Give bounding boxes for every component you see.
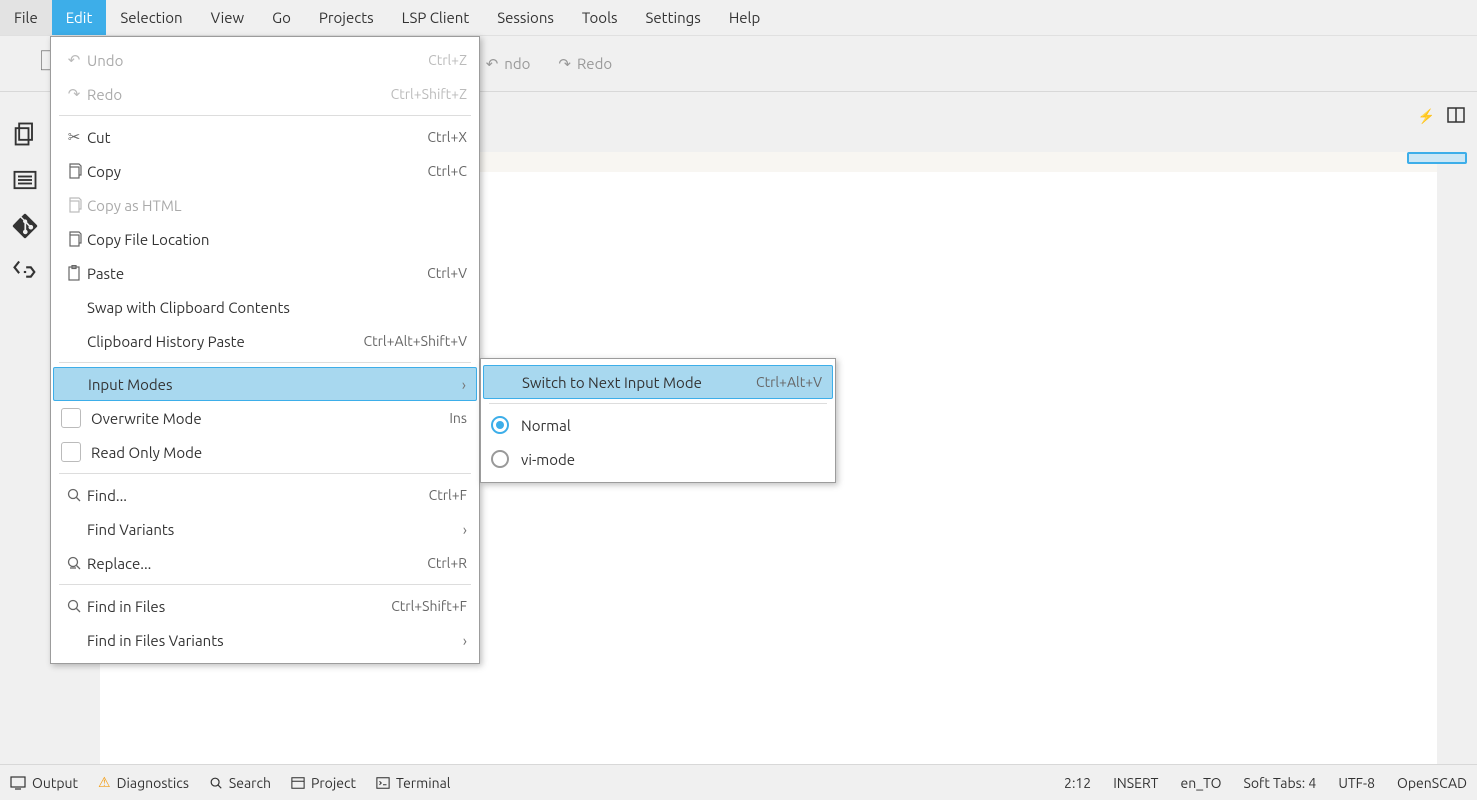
- menuitem-copy[interactable]: Copy Ctrl+C: [51, 154, 479, 188]
- chevron-right-icon: ›: [448, 376, 466, 393]
- menubar: File Edit Selection View Go Projects LSP…: [0, 0, 1477, 36]
- menu-file[interactable]: File: [0, 0, 52, 35]
- input-modes-submenu: Switch to Next Input Mode Ctrl+Alt+V Nor…: [480, 358, 836, 483]
- status-output[interactable]: Output: [10, 775, 78, 791]
- list-icon[interactable]: [11, 166, 39, 194]
- menu-tools[interactable]: Tools: [568, 0, 632, 35]
- redo-icon: ↷: [558, 55, 571, 73]
- menu-help[interactable]: Help: [715, 0, 774, 35]
- undo-button[interactable]: ↶ ndo: [480, 51, 537, 77]
- menuitem-undo[interactable]: ↶ Undo Ctrl+Z: [51, 43, 479, 77]
- separator: [59, 362, 471, 363]
- sidebar: [0, 92, 50, 286]
- undo-label: ndo: [504, 55, 530, 72]
- menu-go[interactable]: Go: [258, 0, 305, 35]
- cut-icon: ✂: [61, 128, 87, 146]
- menu-view[interactable]: View: [197, 0, 259, 35]
- replace-icon: [61, 555, 87, 571]
- menuitem-readonly-mode[interactable]: Read Only Mode: [51, 435, 479, 469]
- warning-icon: ⚠: [98, 774, 111, 791]
- status-tabs[interactable]: Soft Tabs: 4: [1243, 775, 1316, 791]
- menuitem-swap-clipboard[interactable]: Swap with Clipboard Contents: [51, 290, 479, 324]
- quick-action-icon[interactable]: ⚡: [1418, 108, 1435, 125]
- menuitem-copy-html[interactable]: Copy as HTML: [51, 188, 479, 222]
- chevron-right-icon: ›: [449, 632, 467, 649]
- lsp-icon[interactable]: [11, 258, 39, 286]
- git-icon[interactable]: [11, 212, 39, 240]
- menu-selection[interactable]: Selection: [106, 0, 196, 35]
- copy-html-icon: [61, 197, 87, 213]
- status-language[interactable]: OpenSCAD: [1397, 775, 1467, 791]
- menuitem-copy-file-location[interactable]: Copy File Location: [51, 222, 479, 256]
- status-insert-mode[interactable]: INSERT: [1113, 775, 1158, 791]
- radio-vi[interactable]: [491, 450, 509, 468]
- status-diagnostics[interactable]: ⚠ Diagnostics: [98, 774, 189, 791]
- status-terminal[interactable]: Terminal: [376, 775, 451, 791]
- menuitem-find-in-files-variants[interactable]: Find in Files Variants ›: [51, 623, 479, 657]
- checkbox-overwrite[interactable]: [61, 408, 81, 428]
- menuitem-paste[interactable]: Paste Ctrl+V: [51, 256, 479, 290]
- status-locale[interactable]: en_TO: [1180, 775, 1221, 791]
- redo-button[interactable]: ↷ Redo: [552, 51, 618, 77]
- menuitem-clipboard-history[interactable]: Clipboard History Paste Ctrl+Alt+Shift+V: [51, 324, 479, 358]
- chevron-right-icon: ›: [449, 521, 467, 538]
- undo-icon: ↶: [486, 55, 499, 73]
- checkbox-readonly[interactable]: [61, 442, 81, 462]
- menuitem-redo[interactable]: ↷ Redo Ctrl+Shift+Z: [51, 77, 479, 111]
- status-search[interactable]: Search: [209, 775, 271, 791]
- search-icon: [61, 598, 87, 614]
- undo-icon: ↶: [61, 51, 87, 69]
- menu-settings[interactable]: Settings: [632, 0, 715, 35]
- menuitem-switch-input-mode[interactable]: Switch to Next Input Mode Ctrl+Alt+V: [483, 365, 833, 399]
- menuitem-input-modes[interactable]: Input Modes ›: [53, 367, 477, 401]
- separator: [489, 403, 827, 404]
- menu-sessions[interactable]: Sessions: [483, 0, 568, 35]
- menuitem-find-variants[interactable]: Find Variants ›: [51, 512, 479, 546]
- separator: [59, 115, 471, 116]
- radio-normal[interactable]: [491, 416, 509, 434]
- split-view-icon[interactable]: [1447, 106, 1465, 127]
- status-encoding[interactable]: UTF-8: [1338, 775, 1375, 791]
- separator: [59, 473, 471, 474]
- copy-icon: [61, 163, 87, 179]
- menuitem-find[interactable]: Find... Ctrl+F: [51, 478, 479, 512]
- menuitem-replace[interactable]: Replace... Ctrl+R: [51, 546, 479, 580]
- status-position[interactable]: 2:12: [1064, 775, 1091, 791]
- copy-location-icon: [61, 231, 87, 247]
- menuitem-find-in-files[interactable]: Find in Files Ctrl+Shift+F: [51, 589, 479, 623]
- separator: [59, 584, 471, 585]
- edit-dropdown: ↶ Undo Ctrl+Z ↷ Redo Ctrl+Shift+Z ✂ Cut …: [50, 36, 480, 664]
- menu-projects[interactable]: Projects: [305, 0, 388, 35]
- search-icon: [61, 487, 87, 503]
- redo-icon: ↷: [61, 85, 87, 103]
- redo-label: Redo: [577, 55, 612, 72]
- status-project[interactable]: Project: [291, 775, 356, 791]
- menuitem-input-normal[interactable]: Normal: [481, 408, 835, 442]
- paste-icon: [61, 265, 87, 281]
- statusbar: Output ⚠ Diagnostics Search Project Term…: [0, 764, 1477, 800]
- documents-icon[interactable]: [11, 120, 39, 148]
- menu-edit[interactable]: Edit: [52, 0, 107, 35]
- menuitem-cut[interactable]: ✂ Cut Ctrl+X: [51, 120, 479, 154]
- minimap-indicator[interactable]: [1407, 152, 1467, 164]
- menu-lsp-client[interactable]: LSP Client: [388, 0, 484, 35]
- menuitem-overwrite-mode[interactable]: Overwrite Mode Ins: [51, 401, 479, 435]
- menuitem-input-vi[interactable]: vi-mode: [481, 442, 835, 476]
